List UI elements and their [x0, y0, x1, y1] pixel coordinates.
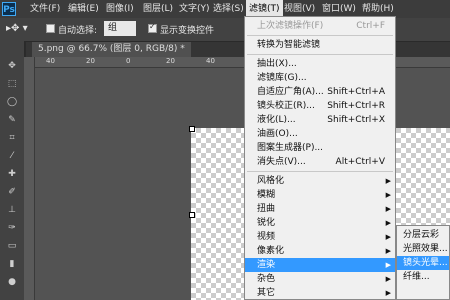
filter-item-label: 镜头校正(R)... — [257, 101, 315, 111]
filter-item-adaptive-wide-angle[interactable]: 自适应广角(A)... Shift+Ctrl+A — [245, 85, 395, 99]
filter-item-shortcut: Alt+Ctrl+V — [335, 157, 385, 167]
filter-item-label: 油画(O)... — [257, 129, 298, 139]
show-transform-checkbox[interactable] — [148, 22, 157, 33]
transform-handle[interactable] — [189, 126, 195, 132]
filter-submenu-stylize[interactable]: 风格化 ▶ — [245, 174, 395, 188]
render-submenu: 分层云彩 光照效果... 镜头光晕... 纤维... — [396, 225, 450, 300]
filter-submenu-pixelate[interactable]: 像素化 ▶ — [245, 244, 395, 258]
submenu-arrow-icon: ▶ — [385, 275, 391, 283]
photoshop-logo: Ps — [2, 2, 16, 16]
render-item-difference-clouds[interactable]: 分层云彩 — [397, 228, 449, 242]
filter-submenu-other[interactable]: 其它 ▶ — [245, 286, 395, 300]
filter-item-label: 图案生成器(P)... — [257, 143, 324, 153]
submenu-arrow-icon: ▶ — [385, 205, 391, 213]
menu-file[interactable]: 文件(F) — [30, 0, 60, 18]
crop-icon[interactable]: ⌗ — [4, 131, 20, 145]
menu-edit[interactable]: 编辑(E) — [68, 0, 99, 18]
filter-item-label: 消失点(V)... — [257, 157, 306, 167]
filter-item-shortcut: Shift+Ctrl+A — [327, 87, 385, 97]
filter-item-label: 液化(L)... — [257, 115, 296, 125]
filter-item-vanishing-point[interactable]: 消失点(V)... Alt+Ctrl+V — [245, 155, 395, 169]
submenu-label: 风格化 — [257, 176, 285, 186]
filter-item-gallery[interactable]: 滤镜库(G)... — [245, 71, 395, 85]
render-item-fibers[interactable]: 纤维... — [397, 270, 449, 284]
filter-item-extract[interactable]: 抽出(X)... — [245, 57, 395, 71]
submenu-arrow-icon: ▶ — [385, 289, 391, 297]
last-filter-label: 上次滤镜操作(F) — [257, 21, 324, 31]
quick-select-icon[interactable]: ✎ — [4, 113, 20, 127]
auto-select-value: 组 — [108, 23, 118, 33]
filter-menu: 上次滤镜操作(F) Ctrl+F 转换为智能滤镜 抽出(X)... 滤镜库(G)… — [244, 16, 396, 300]
filter-item-shortcut: Shift+Ctrl+X — [327, 115, 385, 125]
ruler-left — [24, 57, 35, 300]
menu-separator — [247, 171, 393, 172]
filter-submenu-sharpen[interactable]: 锐化 ▶ — [245, 216, 395, 230]
ruler-mark: 20 — [86, 57, 95, 65]
auto-select-dropdown[interactable]: 组 — [104, 21, 136, 36]
last-filter-item[interactable]: 上次滤镜操作(F) Ctrl+F — [245, 19, 395, 33]
menu-select[interactable]: 选择(S) — [213, 0, 244, 18]
filter-item-label: 滤镜库(G)... — [257, 73, 307, 83]
eyedropper-icon[interactable]: ⁄ — [4, 149, 20, 163]
blur-icon[interactable]: ● — [4, 275, 20, 289]
render-item-lighting-effects[interactable]: 光照效果... — [397, 242, 449, 256]
marquee-icon[interactable]: ⬚ — [4, 77, 20, 91]
convert-smart-filter-item[interactable]: 转换为智能滤镜 — [245, 38, 395, 52]
filter-submenu-video[interactable]: 视频 ▶ — [245, 230, 395, 244]
filter-item-label: 自适应广角(A)... — [257, 87, 324, 97]
filter-item-pattern-maker[interactable]: 图案生成器(P)... — [245, 141, 395, 155]
stamp-icon[interactable]: ⊥ — [4, 203, 20, 217]
submenu-label: 扭曲 — [257, 204, 276, 214]
submenu-arrow-icon: ▶ — [385, 233, 391, 241]
auto-select-label: 自动选择: — [58, 26, 98, 36]
filter-submenu-render[interactable]: 渲染 ▶ — [245, 258, 395, 272]
show-transform-label: 显示变换控件 — [160, 26, 215, 36]
ruler-mark: 40 — [206, 57, 215, 65]
submenu-arrow-icon: ▶ — [385, 247, 391, 255]
healing-icon[interactable]: ✚ — [4, 167, 20, 181]
filter-submenu-noise[interactable]: 杂色 ▶ — [245, 272, 395, 286]
submenu-label: 渲染 — [257, 260, 276, 270]
move-icon[interactable]: ✥ — [4, 59, 20, 73]
menu-image[interactable]: 图像(I) — [106, 0, 134, 18]
convert-smart-filter-label: 转换为智能滤镜 — [257, 40, 321, 50]
menu-type[interactable]: 文字(Y) — [179, 0, 210, 18]
gradient-icon[interactable]: ▮ — [4, 257, 20, 271]
ruler-mark: 20 — [166, 57, 175, 65]
submenu-label: 锐化 — [257, 218, 276, 228]
toolbox: ✥ ⬚ ◯ ✎ ⌗ ⁄ ✚ ✐ ⊥ ✑ ▭ ▮ ● — [0, 41, 25, 300]
submenu-arrow-icon: ▶ — [385, 219, 391, 227]
filter-item-oil-paint[interactable]: 油画(O)... — [245, 127, 395, 141]
move-tool-icon[interactable]: ▸✥ ▾ — [6, 23, 28, 34]
lasso-icon[interactable]: ◯ — [4, 95, 20, 109]
history-brush-icon[interactable]: ✑ — [4, 221, 20, 235]
menu-separator — [247, 54, 393, 55]
last-filter-shortcut: Ctrl+F — [356, 21, 385, 31]
ruler-mark: 0 — [126, 57, 131, 65]
submenu-arrow-icon: ▶ — [385, 191, 391, 199]
brush-icon[interactable]: ✐ — [4, 185, 20, 199]
menu-layer[interactable]: 图层(L) — [143, 0, 173, 18]
menu-separator — [247, 35, 393, 36]
submenu-arrow-icon: ▶ — [385, 177, 391, 185]
submenu-label: 其它 — [257, 288, 276, 298]
auto-select-checkbox[interactable] — [46, 24, 55, 33]
filter-item-shortcut: Shift+Ctrl+R — [327, 101, 385, 111]
document-tab[interactable]: 5.png @ 66.7% (图层 0, RGB/8) * — [32, 42, 191, 57]
submenu-label: 杂色 — [257, 274, 276, 284]
filter-item-liquify[interactable]: 液化(L)... Shift+Ctrl+X — [245, 113, 395, 127]
render-item-lens-flare[interactable]: 镜头光晕... — [397, 256, 449, 270]
submenu-label: 像素化 — [257, 246, 285, 256]
submenu-label: 模糊 — [257, 190, 276, 200]
submenu-arrow-icon: ▶ — [385, 261, 391, 269]
transform-handle[interactable] — [189, 212, 195, 218]
eraser-icon[interactable]: ▭ — [4, 239, 20, 253]
filter-item-label: 抽出(X)... — [257, 59, 297, 69]
filter-item-lens-correction[interactable]: 镜头校正(R)... Shift+Ctrl+R — [245, 99, 395, 113]
submenu-label: 视频 — [257, 232, 276, 242]
filter-submenu-blur[interactable]: 模糊 ▶ — [245, 188, 395, 202]
ruler-mark: 40 — [46, 57, 55, 65]
filter-submenu-distort[interactable]: 扭曲 ▶ — [245, 202, 395, 216]
